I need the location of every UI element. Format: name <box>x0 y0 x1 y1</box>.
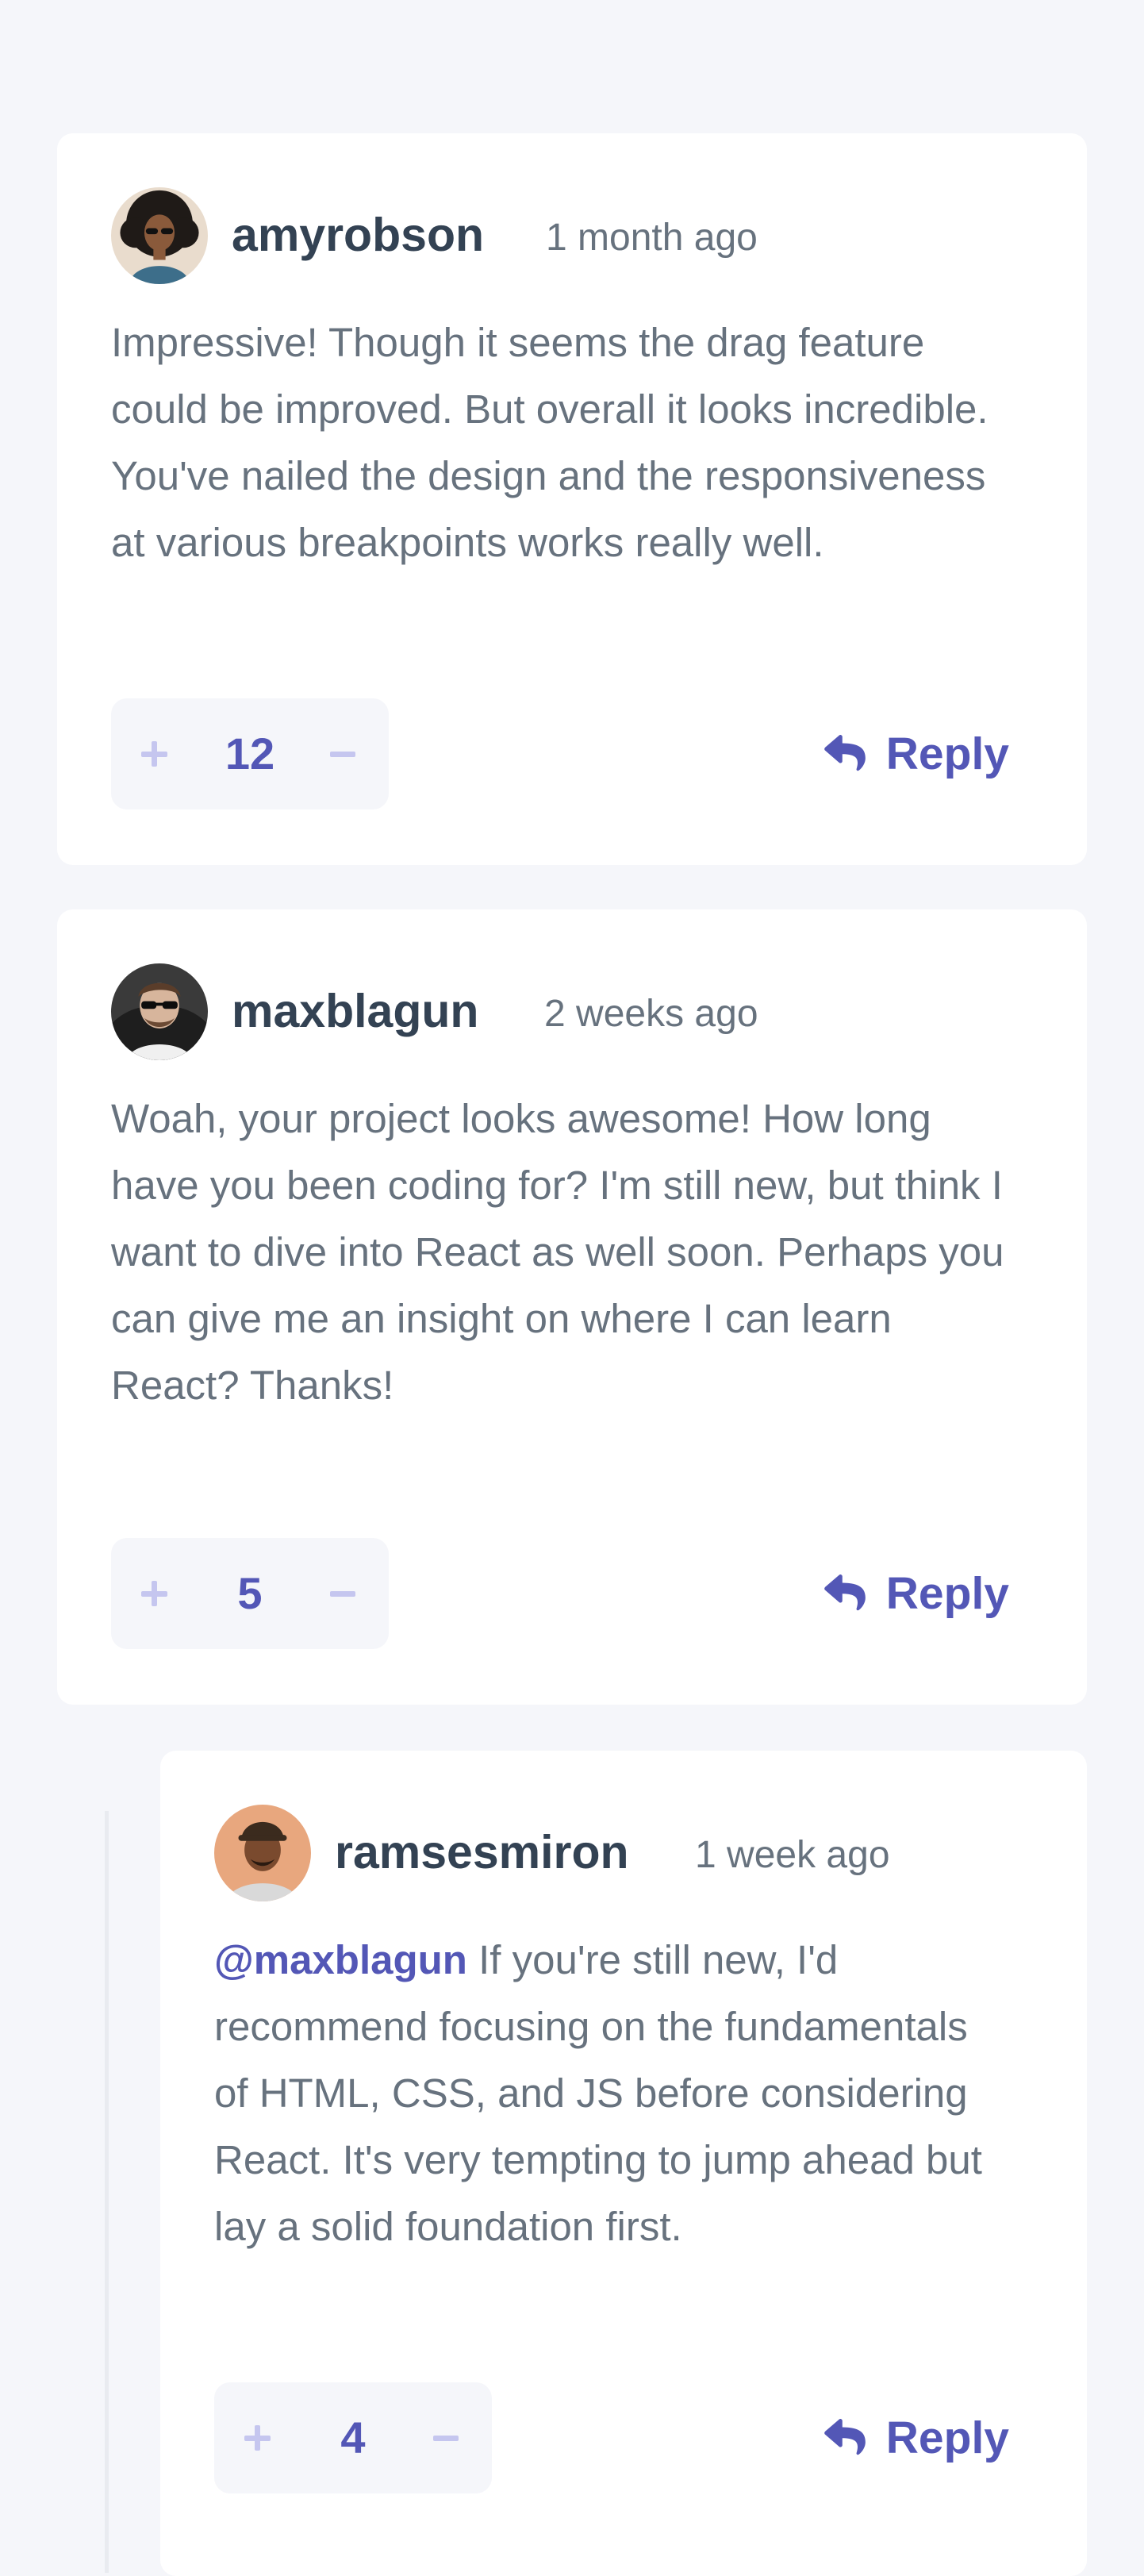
plus-icon[interactable] <box>135 732 179 776</box>
reply-arrow-icon <box>823 1574 866 1613</box>
plus-icon[interactable] <box>135 1571 179 1616</box>
reply-button[interactable]: Reply <box>823 722 1009 786</box>
avatar[interactable] <box>111 963 208 1060</box>
username: ramsesmiron <box>335 1826 629 1878</box>
vote-score: 4 <box>340 2413 366 2463</box>
reply-text: If you're still new, I'd recommend focus… <box>214 1937 982 2249</box>
minus-icon[interactable] <box>424 2416 468 2460</box>
vote-score: 5 <box>237 1568 263 1618</box>
reply-label: Reply <box>885 2413 1009 2463</box>
plus-icon[interactable] <box>238 2416 282 2460</box>
vote-control: 5 <box>111 1538 389 1649</box>
reply-arrow-icon <box>823 735 866 773</box>
avatar-ramsesmiron-icon <box>214 1805 311 1901</box>
avatar-amyrobson-icon <box>111 187 208 284</box>
minus-icon[interactable] <box>321 1571 365 1616</box>
comment-card: maxblagun 2 weeks ago Woah, your project… <box>57 909 1087 1705</box>
comment-text: Woah, your project looks awesome! How lo… <box>111 1096 1004 1408</box>
mention-link[interactable]: @maxblagun <box>214 1937 467 1982</box>
vote-control: 12 <box>111 698 389 809</box>
vote-score: 12 <box>225 729 275 779</box>
comment-text: @maxblagun If you're still new, I'd reco… <box>214 1927 1008 2260</box>
avatar[interactable] <box>111 187 208 284</box>
comment-card: amyrobson 1 month ago Impressive! Though… <box>57 133 1087 865</box>
avatar-maxblagun-icon <box>111 963 208 1060</box>
avatar[interactable] <box>214 1805 311 1901</box>
reply-thread-line <box>105 1811 109 2573</box>
vote-control: 4 <box>214 2382 492 2493</box>
username: amyrobson <box>232 209 485 261</box>
timestamp: 1 week ago <box>695 1834 890 1876</box>
username: maxblagun <box>232 985 479 1037</box>
minus-icon[interactable] <box>321 732 365 776</box>
reply-button[interactable]: Reply <box>823 2406 1009 2470</box>
timestamp: 1 month ago <box>546 217 758 259</box>
reply-arrow-icon <box>823 2419 866 2457</box>
reply-card: ramsesmiron 1 week ago @maxblagun If you… <box>160 1751 1087 2576</box>
reply-label: Reply <box>885 1568 1009 1619</box>
comment-text: Impressive! Though it seems the drag fea… <box>111 320 989 565</box>
timestamp: 2 weeks ago <box>544 993 758 1035</box>
reply-button[interactable]: Reply <box>823 1562 1009 1625</box>
reply-label: Reply <box>885 729 1009 779</box>
